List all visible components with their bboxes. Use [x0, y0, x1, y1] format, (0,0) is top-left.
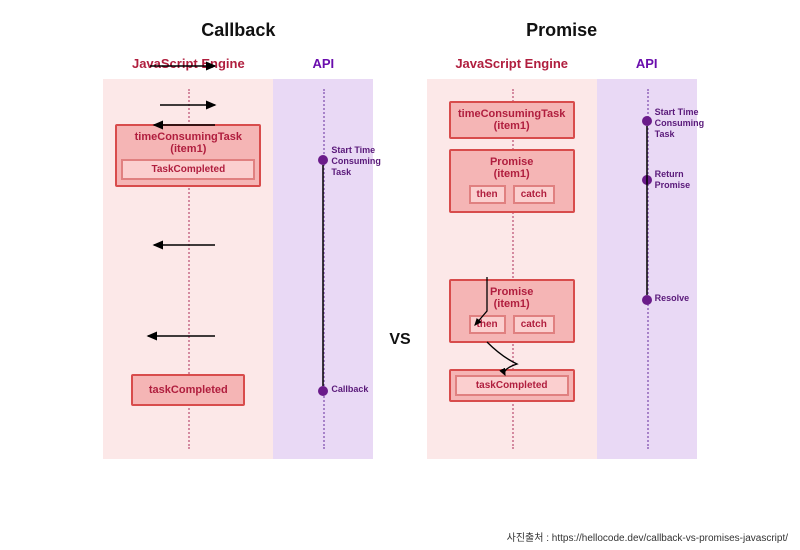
promise-api-column: API Start Time Consuming Task Return Pro… [597, 56, 697, 459]
callback-engine-column: JavaScript Engine timeConsumingTask (ite… [103, 56, 273, 459]
callback-api-dot-start [318, 155, 328, 165]
promise-p1-then: then [469, 185, 506, 204]
promise-api-label-return: Return Promise [655, 169, 691, 191]
promise-p1-line1: Promise [455, 156, 569, 168]
promise-api-dot-return [642, 175, 652, 185]
callback-api-column: API Start Time Consuming Task Callback [273, 56, 373, 459]
promise-engine-title: JavaScript Engine [427, 56, 597, 71]
callback-engine-title: JavaScript Engine [103, 56, 273, 71]
callback-task-box: timeConsumingTask (item1) TaskCompleted [115, 124, 261, 187]
promise-completed-inner: taskCompleted [455, 375, 569, 396]
promise-task-line2: (item1) [455, 120, 569, 132]
promise-api-dot-start [642, 116, 652, 126]
promise-p2-then: then [469, 315, 506, 334]
promise-p2-catch: catch [513, 315, 555, 334]
source-credit: 사진출처 : https://hellocode.dev/callback-vs… [507, 529, 788, 544]
callback-api-lane: Start Time Consuming Task Callback [273, 79, 373, 459]
callback-api-title: API [273, 56, 373, 71]
callback-side: Callback JavaScript Engine timeConsuming… [103, 20, 373, 459]
diagram-container: Callback JavaScript Engine timeConsuming… [0, 0, 800, 469]
promise-side: Promise JavaScript Engine timeConsumingT… [427, 20, 697, 459]
vs-label: VS [389, 331, 410, 349]
promise-p2-line2: (item1) [455, 298, 569, 310]
callback-task-line2: (item1) [121, 143, 255, 155]
promise-p2-line1: Promise [455, 286, 569, 298]
promise-api-lifeline [647, 89, 649, 449]
callback-task-line1: timeConsumingTask [121, 131, 255, 143]
promise-task-box: timeConsumingTask (item1) [449, 101, 575, 139]
promise-title: Promise [526, 20, 597, 41]
promise-promise-box-1: Promise (item1) then catch [449, 149, 575, 213]
callback-task-completed-inner: TaskCompleted [121, 159, 255, 180]
callback-panel: JavaScript Engine timeConsumingTask (ite… [103, 56, 373, 459]
callback-completed-text: taskCompleted [149, 384, 228, 396]
promise-engine-lane: timeConsumingTask (item1) Promise (item1… [427, 79, 597, 459]
promise-api-label-start: Start Time Consuming Task [655, 107, 705, 139]
promise-api-lane: Start Time Consuming Task Return Promise… [597, 79, 697, 459]
promise-promise-box-2: Promise (item1) then catch [449, 279, 575, 343]
callback-api-label-start: Start Time Consuming Task [331, 145, 381, 177]
callback-engine-lane: timeConsumingTask (item1) TaskCompleted … [103, 79, 273, 459]
promise-api-title: API [597, 56, 697, 71]
promise-api-dot-resolve [642, 295, 652, 305]
promise-task-line1: timeConsumingTask [455, 108, 569, 120]
callback-title: Callback [201, 20, 275, 41]
promise-completed-outer: taskCompleted [449, 369, 575, 402]
callback-api-dot-callback [318, 386, 328, 396]
promise-p1-catch: catch [513, 185, 555, 204]
promise-engine-column: JavaScript Engine timeConsumingTask (ite… [427, 56, 597, 459]
promise-panel: JavaScript Engine timeConsumingTask (ite… [427, 56, 697, 459]
callback-completed-box: taskCompleted [131, 374, 245, 406]
promise-p1-line2: (item1) [455, 168, 569, 180]
callback-api-label-callback: Callback [331, 384, 368, 395]
promise-api-label-resolve: Resolve [655, 293, 690, 304]
